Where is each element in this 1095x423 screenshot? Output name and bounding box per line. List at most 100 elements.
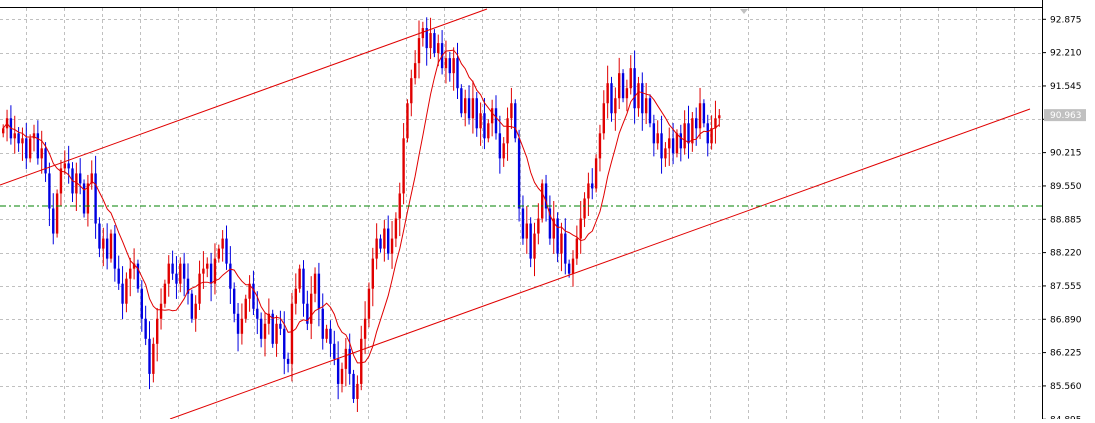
y-tick-label: 86.890	[1050, 315, 1082, 325]
candle-body	[652, 123, 656, 144]
candle-body	[363, 318, 367, 339]
current-price-tag: 90.963	[1044, 109, 1086, 122]
candle-body	[63, 163, 66, 169]
candle-body	[383, 228, 386, 249]
current-price-label: 90.963	[1050, 111, 1082, 121]
candle-body	[225, 238, 228, 264]
candle-body	[444, 58, 448, 69]
candle-body	[148, 338, 151, 374]
candle-body	[17, 133, 20, 144]
candle-body	[487, 123, 490, 139]
candle-body	[567, 263, 571, 274]
candle-body	[336, 358, 340, 384]
candle-body	[209, 263, 213, 284]
candle-body	[298, 268, 301, 289]
candle-body	[529, 223, 532, 259]
candle-body	[152, 343, 155, 374]
candle-body	[606, 83, 609, 104]
candle-body	[340, 368, 344, 384]
candle-body	[179, 263, 182, 284]
y-tick-label: 89.550	[1050, 182, 1082, 192]
candle-body	[329, 328, 332, 344]
candle-body	[190, 293, 194, 319]
candle-body	[390, 238, 394, 254]
candle-body	[483, 113, 486, 139]
candle-body	[675, 133, 679, 154]
candle-body	[571, 258, 575, 274]
candle-body	[602, 103, 605, 134]
price-chart[interactable]: 92.875 92.210 91.545 90.215 89.550 88.885 88.2…	[0, 0, 1095, 423]
candle-body	[279, 323, 282, 329]
candle-body	[129, 268, 132, 279]
y-tick-label: 88.220	[1050, 249, 1082, 259]
candle-body	[583, 198, 586, 219]
candle-body	[321, 308, 324, 339]
candle-body	[105, 238, 109, 259]
candle-body	[52, 208, 55, 234]
candle-body	[448, 58, 451, 74]
y-tick-label: 92.210	[1050, 49, 1082, 59]
candle-body	[594, 158, 598, 189]
candle-body	[344, 348, 348, 369]
candle-body	[610, 83, 613, 114]
candle-body	[79, 173, 82, 184]
candle-body	[664, 148, 667, 159]
candle-body	[679, 133, 682, 149]
candle-body	[360, 338, 363, 384]
candle-body	[109, 233, 113, 259]
candle-body	[275, 323, 278, 344]
candle-body	[379, 238, 382, 249]
candle-body	[618, 73, 621, 99]
candle-body	[556, 218, 559, 254]
candle-body	[502, 143, 505, 159]
candle-body	[506, 118, 509, 144]
candle-body	[117, 268, 120, 284]
chart-svg[interactable]: 92.875 92.210 91.545 90.215 89.550 88.885 88.2…	[0, 0, 1095, 423]
candle-body	[259, 318, 263, 339]
candle-body	[644, 98, 648, 114]
candle-body	[514, 103, 517, 139]
candle-body	[233, 288, 236, 314]
candle-body	[533, 233, 536, 259]
candle-body	[718, 115, 721, 119]
candle-body	[537, 218, 540, 234]
candle-body	[144, 318, 147, 339]
candle-body	[698, 103, 702, 129]
candle-body	[510, 103, 513, 119]
candle-body	[59, 168, 63, 194]
candle-body	[302, 268, 305, 304]
candle-body	[252, 283, 255, 309]
candle-body	[310, 293, 313, 324]
candle-body	[575, 238, 579, 259]
candle-body	[517, 138, 521, 209]
candle-body	[587, 183, 590, 199]
y-tick-label: 84.895	[1050, 415, 1082, 419]
candle-body	[198, 273, 201, 304]
candle-body	[417, 38, 421, 64]
candle-body	[283, 328, 286, 359]
candle-body	[579, 218, 582, 239]
candle-body	[102, 238, 105, 249]
candle-body	[371, 258, 374, 289]
candle-body	[375, 238, 378, 259]
candle-body	[356, 383, 359, 399]
candle-body	[614, 98, 617, 114]
candle-body	[229, 263, 232, 289]
candle-body	[40, 148, 43, 159]
candle-body	[421, 28, 425, 39]
candle-body	[433, 33, 436, 54]
candle-body	[317, 273, 321, 309]
candle-body	[113, 233, 117, 269]
candle-body	[163, 283, 167, 304]
candle-body	[467, 98, 471, 119]
candle-body	[313, 273, 317, 294]
candle-body	[648, 98, 652, 124]
candle-body	[621, 73, 625, 99]
candle-body	[236, 313, 240, 334]
candle-body	[494, 108, 498, 134]
candle-body	[598, 133, 602, 159]
candle-body	[629, 68, 632, 89]
candle-body	[221, 238, 224, 249]
candle-body	[182, 263, 186, 279]
candle-body	[394, 218, 398, 239]
